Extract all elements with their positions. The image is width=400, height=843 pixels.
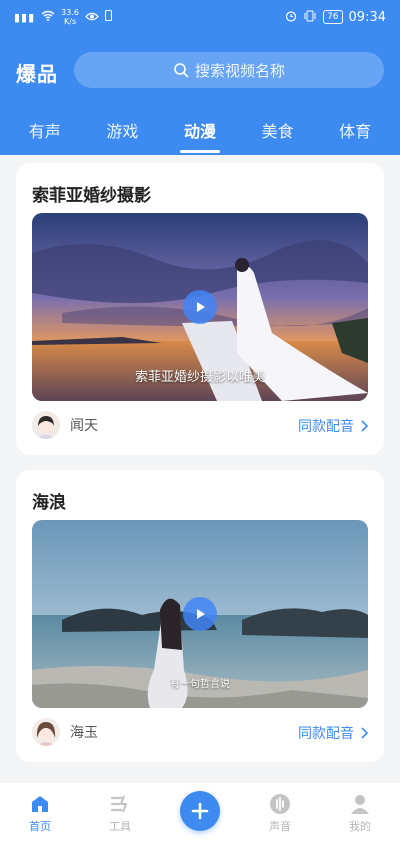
app-header: ▮▮▮ 33.6 K/s 76 09:34 爆品 搜索视频名称 有声 游戏 动漫…: [0, 0, 400, 155]
clock: 09:34: [348, 9, 386, 25]
video-title: 海浪: [32, 493, 66, 513]
brand-logo: 爆品: [16, 62, 58, 86]
sim-icon: [104, 10, 112, 24]
nav-profile[interactable]: 我的: [330, 793, 390, 834]
video-title: 索菲亚婚纱摄影: [32, 186, 151, 206]
play-icon: [197, 609, 205, 619]
create-button[interactable]: [180, 791, 220, 831]
tab-food[interactable]: 美食: [248, 118, 308, 155]
bottom-nav: 首页 工具 声音 我的: [0, 783, 400, 843]
user-icon: [351, 795, 369, 814]
same-dub-button[interactable]: 同款配音: [298, 723, 368, 743]
nav-label: 工具: [109, 820, 131, 833]
chevron-right-icon: [361, 727, 368, 739]
eye-icon: [85, 11, 99, 24]
same-dub-button[interactable]: 同款配音: [298, 416, 368, 436]
avatar[interactable]: [32, 411, 60, 439]
tab-sports[interactable]: 体育: [325, 118, 385, 155]
video-thumbnail[interactable]: 索菲亚婚纱摄影以唯美: [32, 213, 368, 401]
home-icon: [32, 796, 48, 812]
search-icon: [174, 63, 189, 78]
battery-icon: 76: [323, 10, 343, 24]
author-name: 海玉: [70, 725, 98, 741]
nav-tools[interactable]: 工具: [90, 793, 150, 834]
video-caption: 索菲亚婚纱摄影以唯美: [134, 370, 265, 385]
nav-label: 首页: [29, 820, 51, 833]
play-button[interactable]: [183, 290, 217, 324]
author-info[interactable]: 闻天: [32, 411, 98, 439]
nav-home[interactable]: 首页: [10, 793, 70, 834]
play-icon: [197, 302, 205, 312]
nav-label: 我的: [349, 820, 371, 833]
video-card[interactable]: 海浪 有一句哲言说 海玉 同款配音: [16, 470, 384, 762]
search-placeholder: 搜索视频名称: [194, 61, 285, 80]
signal-icon: ▮▮▮: [14, 10, 36, 24]
vibrate-icon: [303, 10, 317, 25]
plus-icon: [191, 802, 209, 820]
search-input[interactable]: 搜索视频名称: [74, 52, 384, 88]
alarm-icon: [285, 10, 297, 25]
tab-games[interactable]: 游戏: [92, 118, 152, 155]
same-dub-label: 同款配音: [298, 419, 354, 435]
video-thumbnail[interactable]: 有一句哲言说: [32, 520, 368, 708]
tab-anime[interactable]: 动漫: [170, 118, 230, 155]
video-card[interactable]: 索菲亚婚纱摄影 索菲亚婚纱摄影以唯美 闻天 同款配音: [16, 163, 384, 455]
avatar[interactable]: [32, 718, 60, 746]
nav-label: 声音: [269, 820, 291, 833]
author-info[interactable]: 海玉: [32, 718, 98, 746]
nav-sound[interactable]: 声音: [250, 793, 310, 834]
category-tabs: 有声 游戏 动漫 美食 体育: [0, 118, 400, 155]
sound-icon: [270, 794, 290, 814]
video-caption: 有一句哲言说: [170, 679, 230, 690]
tab-audio[interactable]: 有声: [15, 118, 75, 155]
status-bar: ▮▮▮ 33.6 K/s 76 09:34: [0, 0, 400, 34]
wifi-icon: [41, 10, 55, 24]
play-button[interactable]: [183, 597, 217, 631]
nav-create[interactable]: [170, 791, 230, 831]
author-name: 闻天: [70, 418, 98, 434]
chevron-right-icon: [361, 420, 368, 432]
tools-icon: [110, 795, 128, 813]
same-dub-label: 同款配音: [298, 726, 354, 742]
network-speed: 33.6 K/s: [61, 8, 79, 26]
